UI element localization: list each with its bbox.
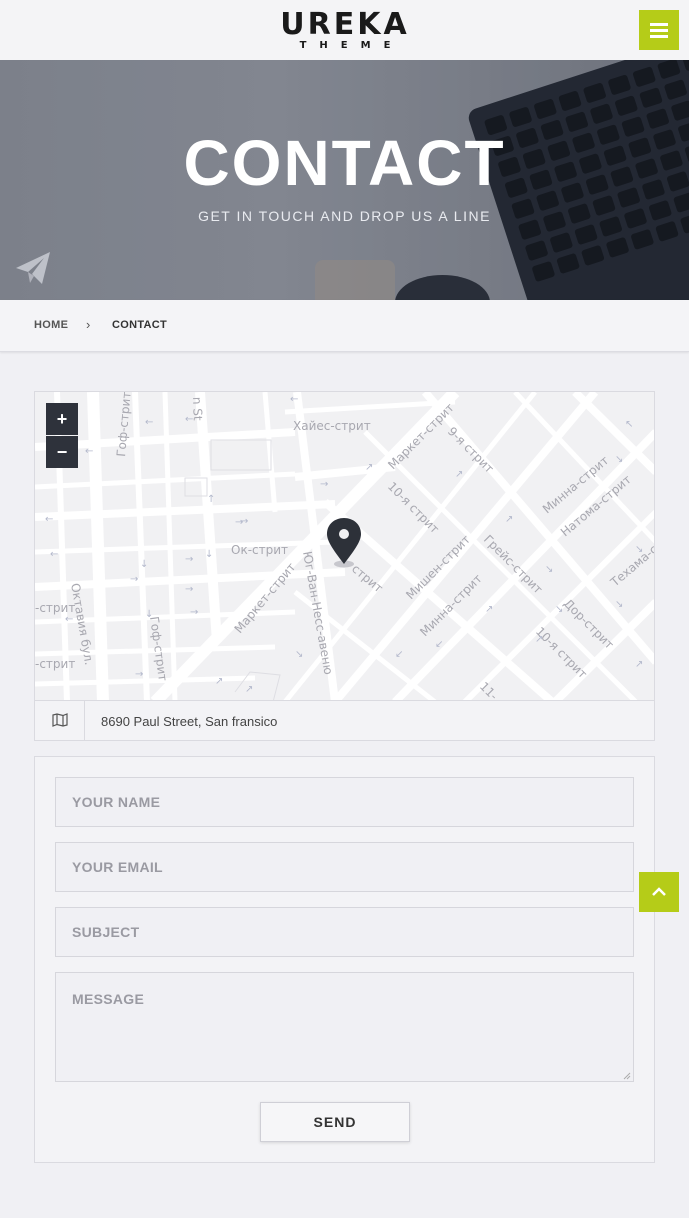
svg-text:↗: ↗ <box>635 659 643 670</box>
svg-text:↘: ↘ <box>295 649 303 660</box>
address-bar: 8690 Paul Street, San fransico <box>34 700 655 741</box>
svg-text:→: → <box>320 479 328 490</box>
svg-text:↙: ↙ <box>395 649 403 660</box>
map-street-label: -стрит <box>35 657 75 671</box>
map-street-label: Грейс-стрит <box>481 532 545 596</box>
map-street-label: 10-я стрит <box>533 624 590 681</box>
svg-text:↘: ↘ <box>545 564 553 575</box>
breadcrumb: HOME › CONTACT <box>0 300 689 352</box>
address-icon-cell <box>35 701 85 740</box>
svg-text:↑: ↑ <box>207 494 215 505</box>
logo-main-text: UREKA <box>280 7 410 42</box>
svg-text:↗: ↗ <box>215 676 223 687</box>
svg-text:←: ← <box>145 417 153 428</box>
svg-text:↓: ↓ <box>205 549 213 560</box>
map-pin-icon[interactable] <box>327 518 361 568</box>
scroll-to-top-button[interactable] <box>639 872 679 912</box>
hamburger-icon-bar <box>650 23 668 26</box>
svg-text:→: → <box>135 669 143 680</box>
address-text: 8690 Paul Street, San fransico <box>101 714 278 729</box>
location-map[interactable]: ← ← ← ← → → → → → → → → ← ← ← ↗ ↗ ↗ ↖ ↘ ↘ ↗ ↗ ↗ ↙ ↙ ↘ ↘ ↘ ↘ … <box>34 391 655 701</box>
message-textarea[interactable] <box>55 972 634 1082</box>
svg-text:→: → <box>190 607 198 618</box>
map-street-label: n St <box>190 397 205 422</box>
breadcrumb-current: CONTACT <box>112 319 168 331</box>
chevron-up-icon <box>652 887 666 896</box>
contact-form: SEND <box>34 756 655 1163</box>
map-street-label: Маркет-стрит <box>385 401 457 473</box>
resize-grip-icon[interactable] <box>623 1072 631 1080</box>
svg-text:←: ← <box>85 446 93 457</box>
map-street-label: стрит <box>349 562 386 596</box>
svg-text:↓: ↓ <box>140 559 148 570</box>
map-street-label: 10-я стрит <box>385 479 442 536</box>
chevron-right-icon: › <box>86 317 91 332</box>
svg-text:→: → <box>130 574 138 585</box>
svg-text:→: → <box>240 516 248 527</box>
map-street-label: Гоф-стрит <box>114 392 134 457</box>
svg-text:←: ← <box>45 514 53 525</box>
page-title: CONTACT <box>183 127 506 199</box>
svg-text:↗: ↗ <box>245 684 253 695</box>
svg-text:→: → <box>185 584 193 595</box>
send-button[interactable]: SEND <box>260 1102 410 1142</box>
hamburger-menu-button[interactable] <box>639 10 679 50</box>
svg-text:↗: ↗ <box>455 469 463 480</box>
svg-text:↗: ↗ <box>365 462 373 473</box>
svg-text:←: ← <box>50 549 58 560</box>
name-input[interactable] <box>55 777 634 827</box>
hamburger-icon-bar <box>650 29 668 32</box>
svg-text:↗: ↗ <box>485 604 493 615</box>
site-logo[interactable]: UREKA THEME <box>262 10 428 54</box>
svg-text:↘: ↘ <box>615 599 623 610</box>
map-canvas[interactable]: ← ←← ← →→ →→→ →→→ ←←← ↗↗↗ ↖↘↘ ↗↗↗ ↙↙↘ ↘ ↘↘ … <box>35 392 655 701</box>
svg-text:↖: ↖ <box>625 419 633 430</box>
svg-text:→: → <box>185 554 193 565</box>
svg-text:↘: ↘ <box>615 454 623 465</box>
hamburger-icon-bar <box>650 35 668 38</box>
page-subtitle: GET IN TOUCH AND DROP US A LINE <box>198 208 491 224</box>
subject-input[interactable] <box>55 907 634 957</box>
hero-banner: CONTACT GET IN TOUCH AND DROP US A LINE <box>0 60 689 300</box>
map-zoom-in-button[interactable]: + <box>46 403 78 435</box>
map-street-label: Ок-стрит <box>231 543 288 557</box>
svg-text:←: ← <box>65 614 73 625</box>
map-icon <box>52 713 68 727</box>
svg-text:←: ← <box>290 394 298 405</box>
map-street-label: Хайес-стрит <box>293 419 371 433</box>
svg-text:↙: ↙ <box>435 639 443 650</box>
site-header: UREKA THEME <box>0 0 689 60</box>
map-street-label: Маркет-стрит <box>232 560 299 636</box>
map-zoom-out-button[interactable]: − <box>46 436 78 468</box>
paper-plane-icon <box>16 252 50 284</box>
email-input[interactable] <box>55 842 634 892</box>
breadcrumb-home-link[interactable]: HOME <box>34 319 68 331</box>
svg-text:↗: ↗ <box>505 514 513 525</box>
map-street-label: -стрит <box>35 601 75 615</box>
